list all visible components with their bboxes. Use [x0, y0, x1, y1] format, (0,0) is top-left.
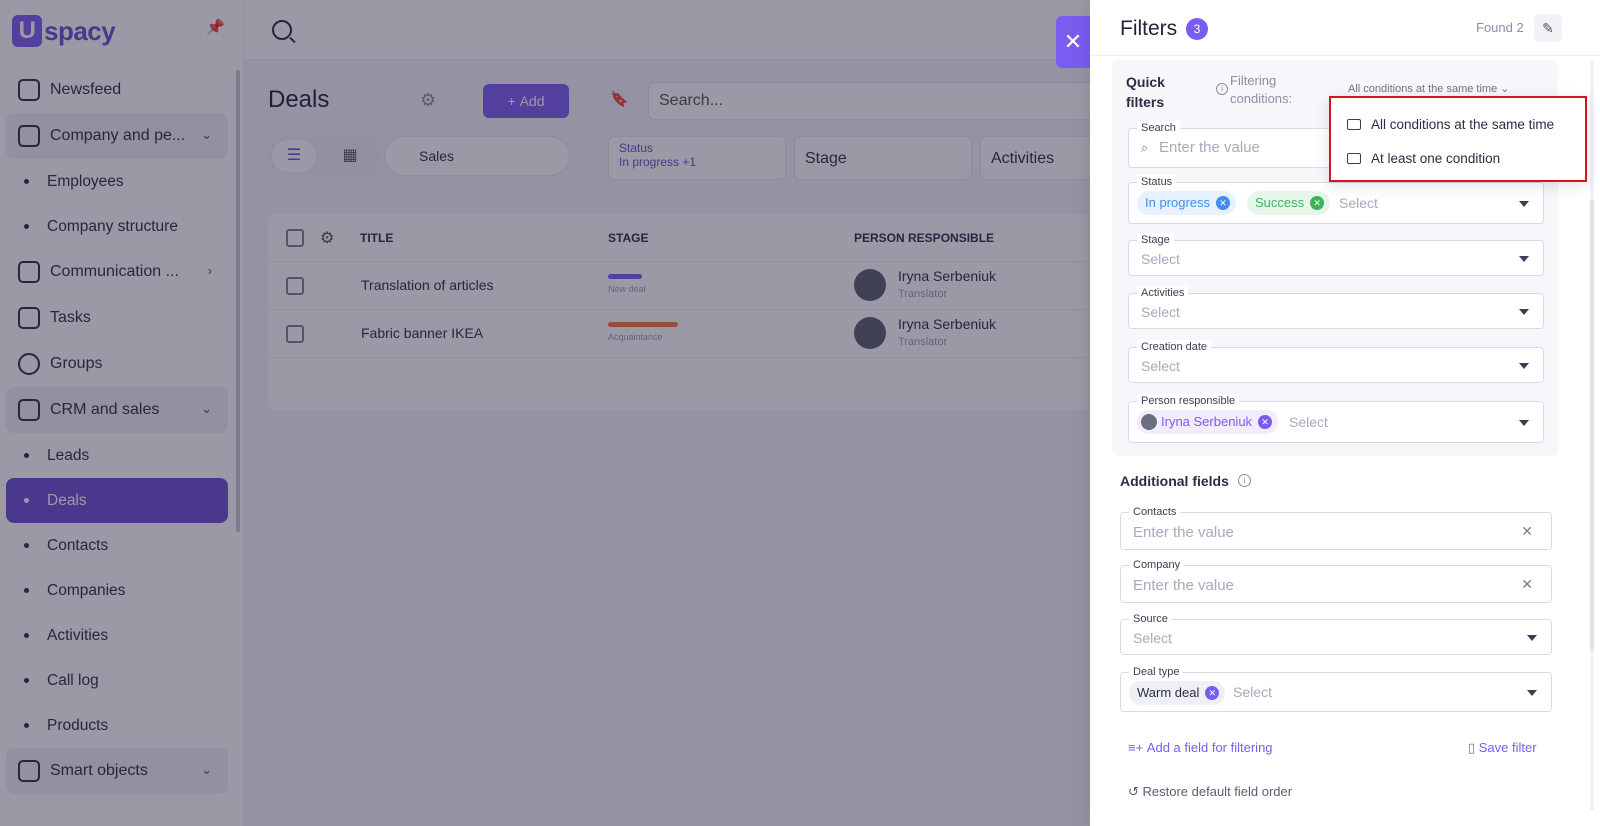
option-at-least-one[interactable]: At least one condition	[1347, 148, 1500, 168]
status-field[interactable]: Status In progress ✕ Success ✕ Select	[1128, 175, 1544, 224]
deal-type-field[interactable]: Deal type Warm deal ✕ Select	[1120, 665, 1552, 712]
save-filter-label: Save filter	[1478, 740, 1537, 755]
scrollbar-thumb[interactable]	[1590, 200, 1594, 650]
info-icon[interactable]: i	[1238, 474, 1251, 487]
save-filter-button[interactable]: ▯ Save filter	[1468, 740, 1537, 756]
add-list-icon: ≡+	[1128, 740, 1147, 755]
clear-filters-eraser-icon[interactable]: ✎	[1534, 14, 1562, 42]
dropdown-arrow-icon	[1527, 635, 1537, 641]
company-placeholder: Enter the value	[1133, 577, 1234, 594]
contacts-field[interactable]: Contacts Enter the value ✕	[1120, 505, 1552, 550]
contacts-field-label: Contacts	[1129, 505, 1181, 519]
info-icon[interactable]: i	[1216, 83, 1228, 95]
close-icon: ✕	[1063, 29, 1083, 54]
source-select-placeholder: Select	[1133, 630, 1172, 646]
activities-select-placeholder: Select	[1141, 304, 1180, 320]
search-icon: ⌕	[1141, 140, 1149, 155]
creation-date-field-label: Creation date	[1137, 340, 1212, 354]
company-field-label: Company	[1129, 558, 1185, 572]
drawer-scrollbar[interactable]	[1590, 60, 1594, 810]
stage-field-label: Stage	[1137, 233, 1174, 247]
person-responsible-field[interactable]: Person responsible Iryna Serbeniuk ✕ Sel…	[1128, 394, 1544, 443]
option-label: At least one condition	[1371, 150, 1501, 166]
source-field[interactable]: Source Select	[1120, 612, 1552, 655]
remove-chip-icon[interactable]: ✕	[1216, 196, 1231, 210]
additional-fields-title: Additional fields	[1120, 473, 1229, 489]
dropdown-arrow-icon	[1527, 690, 1537, 696]
deal-type-select-placeholder: Select	[1233, 684, 1272, 700]
company-field[interactable]: Company Enter the value ✕	[1120, 558, 1552, 603]
status-chip-in-progress[interactable]: In progress ✕	[1137, 191, 1237, 215]
quick-filters-title: Quick filters	[1126, 74, 1165, 110]
person-responsible-field-label: Person responsible	[1137, 394, 1240, 408]
add-filter-field-button[interactable]: ≡+ Add a field for filtering	[1128, 740, 1273, 755]
activities-field-label: Activities	[1137, 286, 1189, 300]
dropdown-arrow-icon	[1519, 309, 1529, 315]
all-conditions-icon	[1347, 118, 1361, 130]
remove-chip-icon[interactable]: ✕	[1310, 196, 1325, 210]
status-select-placeholder: Select	[1339, 195, 1378, 211]
chip-label: Warm deal	[1137, 685, 1200, 700]
deal-type-chip[interactable]: Warm deal ✕	[1129, 681, 1226, 705]
restore-order-label: Restore default field order	[1142, 784, 1293, 799]
one-condition-icon	[1347, 152, 1361, 164]
deal-type-field-label: Deal type	[1129, 665, 1184, 679]
dropdown-arrow-icon	[1519, 256, 1529, 262]
creation-date-field[interactable]: Creation date Select	[1128, 340, 1544, 383]
avatar	[1141, 414, 1157, 430]
remove-chip-icon[interactable]: ✕	[1205, 686, 1220, 700]
search-field-label: Search	[1137, 121, 1180, 135]
contacts-placeholder: Enter the value	[1133, 524, 1234, 541]
drawer-header: Filters 3 Found 2 ✎	[1090, 0, 1600, 56]
chevron-down-icon: ⌄	[1500, 83, 1510, 95]
chip-label: Success	[1255, 195, 1305, 210]
restore-order-button[interactable]: ↺ Restore default field order	[1128, 784, 1292, 800]
dropdown-arrow-icon	[1519, 420, 1529, 426]
clear-icon[interactable]: ✕	[1521, 523, 1533, 540]
bookmark-icon: ▯	[1468, 740, 1479, 755]
option-all-conditions[interactable]: All conditions at the same time	[1347, 114, 1554, 134]
stage-select-placeholder: Select	[1141, 251, 1180, 267]
person-chip[interactable]: Iryna Serbeniuk ✕	[1137, 410, 1279, 434]
option-label: All conditions at the same time	[1371, 116, 1555, 132]
filters-count-badge: 3	[1186, 18, 1208, 40]
clear-icon[interactable]: ✕	[1521, 576, 1533, 593]
drawer-title: Filters	[1120, 17, 1178, 40]
dropdown-arrow-icon	[1519, 201, 1529, 207]
remove-chip-icon[interactable]: ✕	[1258, 415, 1273, 429]
filtering-conditions-dropdown: All conditions at the same time At least…	[1329, 96, 1587, 182]
dropdown-arrow-icon	[1519, 363, 1529, 369]
person-select-placeholder: Select	[1289, 414, 1328, 430]
filtering-conditions-value: All conditions at the same time	[1348, 83, 1498, 95]
found-count: Found 2	[1476, 20, 1524, 35]
status-field-label: Status	[1137, 175, 1177, 189]
creation-date-select-placeholder: Select	[1141, 358, 1180, 374]
chip-label: In progress	[1145, 195, 1211, 210]
chip-label: Iryna Serbeniuk	[1161, 414, 1253, 429]
close-drawer-button[interactable]: ✕	[1056, 16, 1090, 68]
status-chip-success[interactable]: Success ✕	[1247, 191, 1331, 215]
filtering-conditions-label: Filtering conditions:	[1230, 73, 1293, 106]
search-field-placeholder: Enter the value	[1159, 139, 1260, 156]
add-filter-field-label: Add a field for filtering	[1146, 740, 1273, 755]
source-field-label: Source	[1129, 612, 1172, 626]
activities-field[interactable]: Activities Select	[1128, 286, 1544, 329]
stage-field[interactable]: Stage Select	[1128, 233, 1544, 276]
restore-icon: ↺	[1128, 784, 1143, 799]
